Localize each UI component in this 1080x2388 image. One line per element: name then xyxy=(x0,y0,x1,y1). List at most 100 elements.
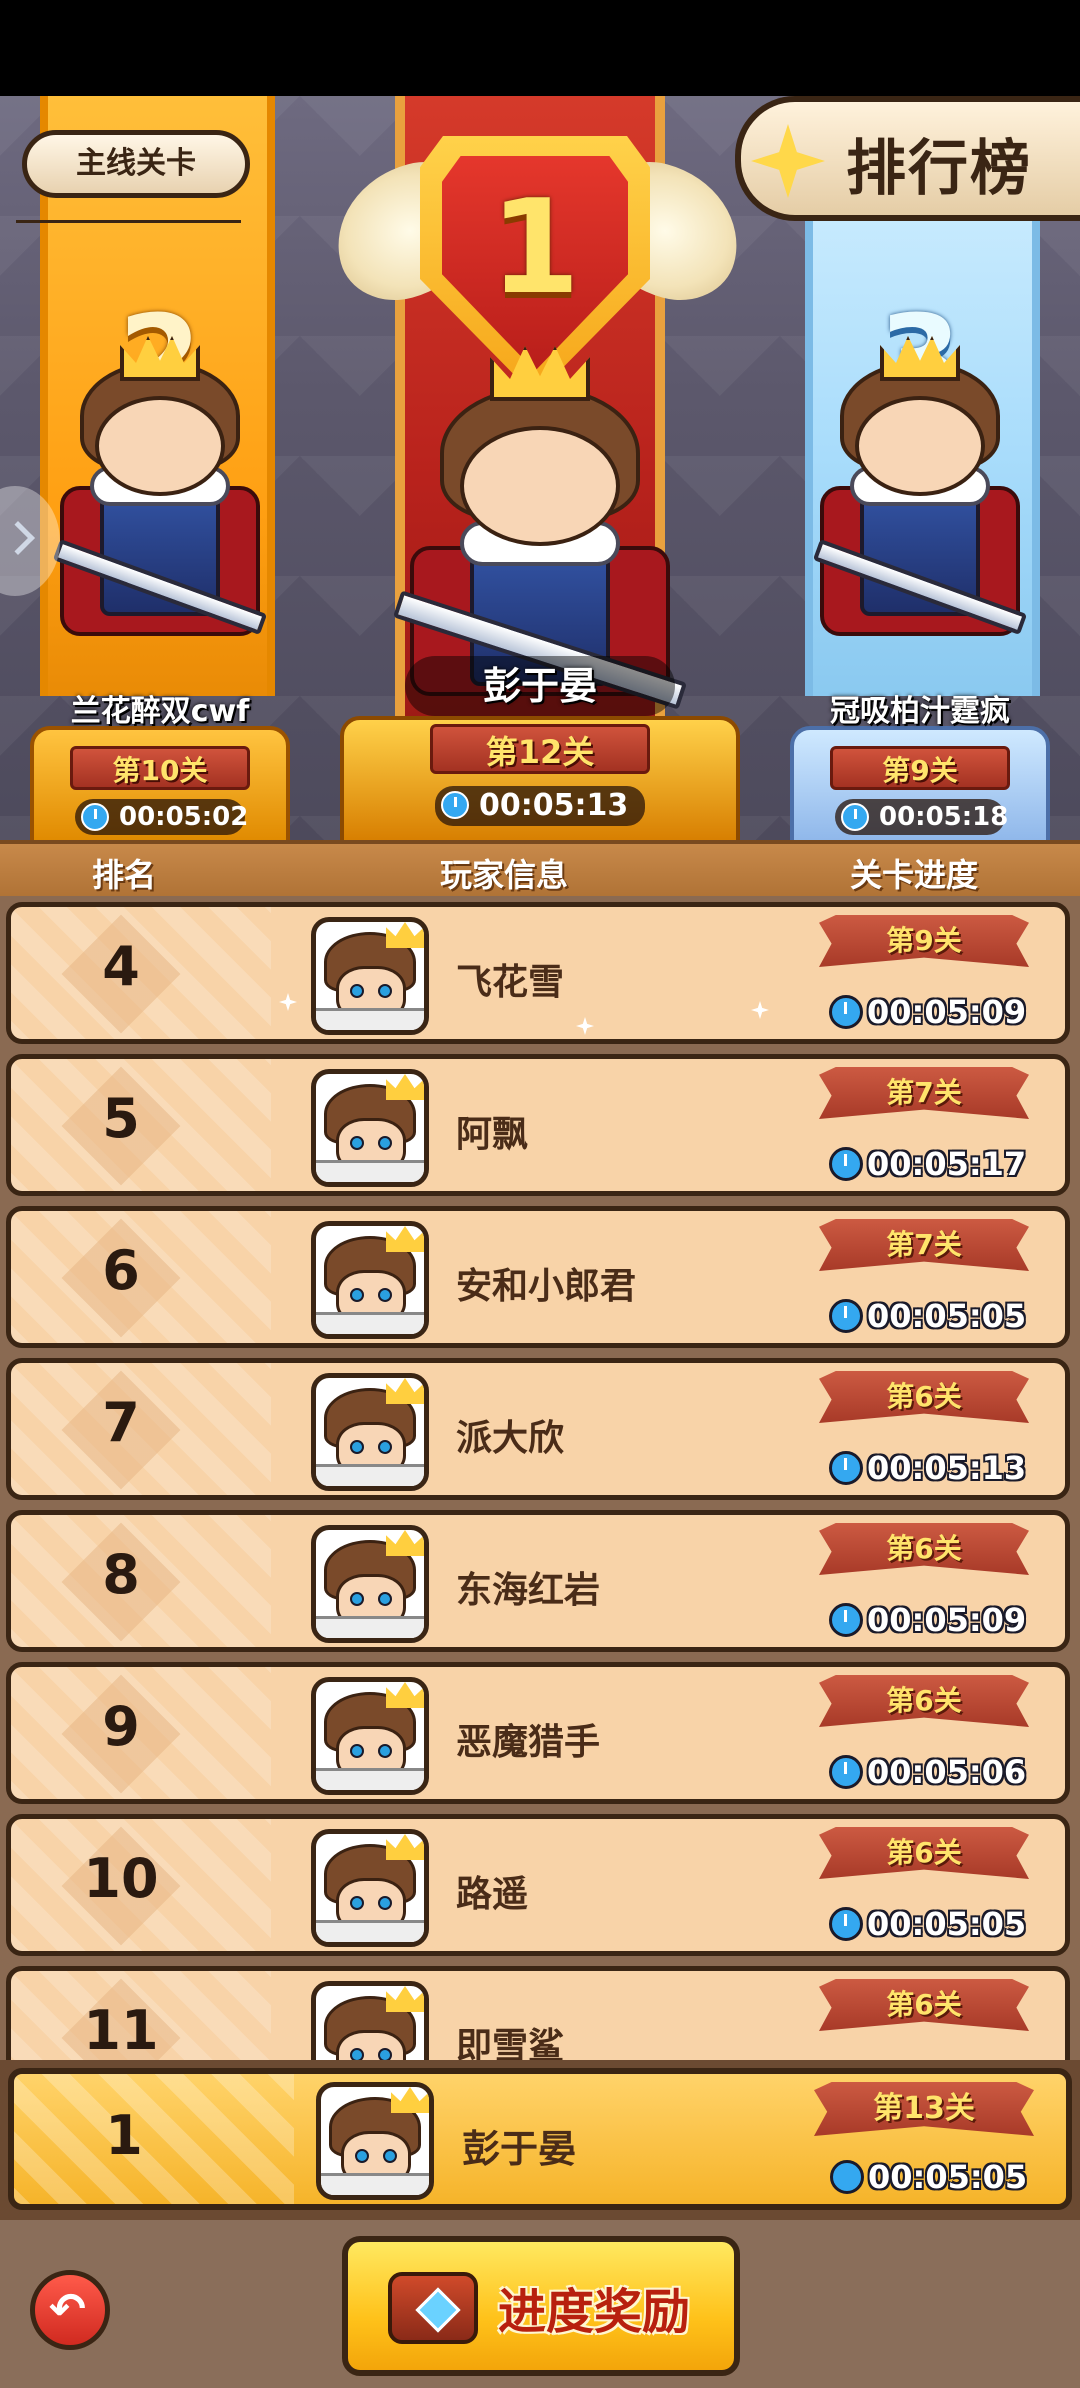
row-time: 00:05:05 xyxy=(829,1905,1026,1943)
row-time: 00:05:09 xyxy=(829,1601,1026,1639)
my-time: 00:05:05 xyxy=(830,2158,1027,2196)
clock-icon xyxy=(829,995,863,1029)
clock-icon xyxy=(829,1147,863,1181)
my-player-name: 彭于晏 xyxy=(462,2127,577,2171)
clock-icon xyxy=(829,1907,863,1941)
sparkle-icon xyxy=(576,1017,594,1035)
row-rank: 4 xyxy=(102,935,140,998)
row-time: 00:05:17 xyxy=(829,1145,1026,1183)
chevron-left-icon xyxy=(1,521,35,555)
clock-icon xyxy=(830,2160,864,2194)
avatar[interactable] xyxy=(311,1221,429,1339)
row-rank: 10 xyxy=(83,1847,159,1910)
status-bar xyxy=(0,0,1080,96)
row-player-name: 派大欣 xyxy=(456,1418,565,1459)
my-level: 第13关 xyxy=(814,2082,1034,2136)
clock-icon xyxy=(441,791,469,819)
column-header-player-info: 玩家信息 xyxy=(440,856,569,894)
clock-icon xyxy=(829,1451,863,1485)
row-level: 第6关 xyxy=(819,1523,1029,1575)
row-level: 第6关 xyxy=(819,1979,1029,2031)
row-time: 00:05:06 xyxy=(829,1753,1026,1791)
bottom-bar: ↶ 进度奖励 xyxy=(0,2220,1080,2388)
my-rank: 1 xyxy=(105,2104,143,2167)
time-text: 00:05:13 xyxy=(479,788,629,823)
progress-reward-label: 进度奖励 xyxy=(498,2284,691,2340)
avatar[interactable] xyxy=(311,1525,429,1643)
table-row[interactable]: 5 阿飘 第7关 00:05:17 xyxy=(6,1054,1070,1196)
row-time: 00:05:13 xyxy=(829,1449,1026,1487)
table-row[interactable]: 6 安和小郎君 第7关 00:05:05 xyxy=(6,1206,1070,1348)
row-player-name: 即雪鲨 xyxy=(456,2026,565,2066)
column-header-rank: 排名 xyxy=(92,856,157,894)
row-player-name: 安和小郎君 xyxy=(456,1266,637,1307)
avatar[interactable] xyxy=(311,1677,429,1795)
table-row[interactable]: 10 路遥 第6关 00:05:05 xyxy=(6,1814,1070,1956)
first-place-name: 彭于晏 xyxy=(405,656,675,716)
time-text: 00:05:18 xyxy=(879,802,1009,832)
row-player-name: 东海红岩 xyxy=(456,1570,601,1611)
row-level: 第7关 xyxy=(819,1067,1029,1119)
third-place-character xyxy=(800,276,1040,696)
sparkle-icon xyxy=(751,1001,769,1019)
clock-icon xyxy=(841,803,869,831)
avatar[interactable] xyxy=(316,2082,434,2200)
sparkle-icon xyxy=(279,993,297,1011)
row-rank: 8 xyxy=(102,1543,140,1606)
leaderboard-title-badge: 排行榜 xyxy=(735,96,1080,221)
page-title: 排行榜 xyxy=(846,134,1032,204)
time-text: 00:05:02 xyxy=(119,802,249,832)
row-rank: 9 xyxy=(102,1695,140,1758)
avatar[interactable] xyxy=(311,1373,429,1491)
table-row[interactable]: 11 即雪鲨 第6关 xyxy=(6,1966,1070,2066)
table-header: 排名 玩家信息 关卡进度 xyxy=(0,840,1080,896)
back-button[interactable]: ↶ xyxy=(30,2270,110,2350)
second-place-name: 兰花醉双cwf xyxy=(70,694,250,729)
third-place-name: 冠吸柏汁霆疯 xyxy=(830,694,1010,729)
row-level: 第9关 xyxy=(819,915,1029,967)
second-place-level: 第10关 xyxy=(70,746,250,790)
clock-icon xyxy=(829,1299,863,1333)
row-rank: 7 xyxy=(102,1391,140,1454)
second-place-time: 00:05:02 xyxy=(75,799,249,835)
clock-icon xyxy=(81,803,109,831)
row-rank: 5 xyxy=(102,1087,140,1150)
row-rank: 11 xyxy=(83,1999,159,2062)
row-level: 第7关 xyxy=(819,1219,1029,1271)
row-rank: 6 xyxy=(102,1239,140,1302)
avatar[interactable] xyxy=(311,1981,429,2066)
first-place-level: 第12关 xyxy=(430,724,650,774)
row-player-name: 路遥 xyxy=(456,1874,529,1915)
table-row[interactable]: 7 派大欣 第6关 00:05:13 xyxy=(6,1358,1070,1500)
ranking-list[interactable]: 4 飞花雪 第9关 00:05:09 5 阿飘 第7关 00:05:17 6 安… xyxy=(0,896,1080,2066)
avatar[interactable] xyxy=(311,1069,429,1187)
row-player-name: 阿飘 xyxy=(456,1114,529,1155)
row-player-name: 恶魔猎手 xyxy=(456,1722,601,1763)
clock-icon xyxy=(829,1755,863,1789)
clock-icon xyxy=(829,1603,863,1637)
second-place-character xyxy=(40,276,280,696)
mode-tab-main-stage[interactable]: 主线关卡 xyxy=(22,130,250,198)
progress-reward-button[interactable]: 进度奖励 xyxy=(342,2236,740,2376)
table-row[interactable]: 4 飞花雪 第9关 00:05:09 xyxy=(6,902,1070,1044)
row-level: 第6关 xyxy=(819,1675,1029,1727)
avatar[interactable] xyxy=(311,1829,429,1947)
treasure-chest-icon xyxy=(388,2272,478,2344)
table-row[interactable]: 9 恶魔猎手 第6关 00:05:06 xyxy=(6,1662,1070,1804)
row-time: 00:05:09 xyxy=(829,993,1026,1031)
third-place-time: 00:05:18 xyxy=(835,799,1009,835)
row-player-name: 飞花雪 xyxy=(456,962,565,1003)
row-time: 00:05:05 xyxy=(829,1297,1026,1335)
row-level: 第6关 xyxy=(819,1371,1029,1423)
my-rank-row[interactable]: 1 彭于晏 第13关 00:05:05 xyxy=(8,2068,1072,2210)
row-level: 第6关 xyxy=(819,1827,1029,1879)
avatar[interactable] xyxy=(311,917,429,1035)
back-arrow-icon: ↶ xyxy=(49,2284,86,2335)
column-header-progress: 关卡进度 xyxy=(850,856,979,894)
table-row[interactable]: 8 东海红岩 第6关 00:05:09 xyxy=(6,1510,1070,1652)
first-rank-number: 1 xyxy=(489,171,581,323)
first-place-time: 00:05:13 xyxy=(435,786,645,826)
third-place-level: 第9关 xyxy=(830,746,1010,790)
star-icon xyxy=(751,124,825,198)
divider xyxy=(16,220,241,223)
